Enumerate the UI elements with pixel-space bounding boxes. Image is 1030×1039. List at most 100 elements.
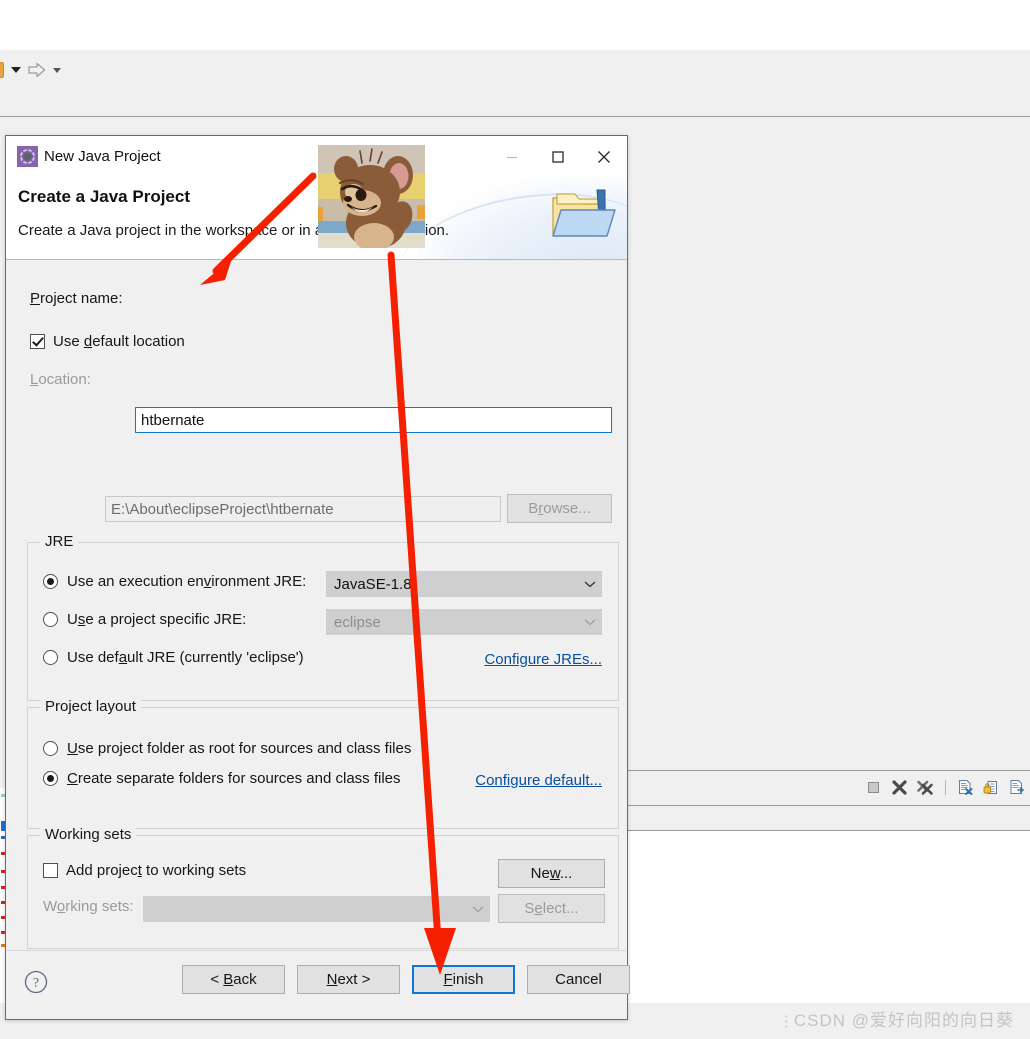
mnemonic: N <box>326 971 338 988</box>
add-project-to-working-sets-checkbox[interactable] <box>43 863 58 878</box>
next-button[interactable]: Next > <box>297 965 400 994</box>
layout-create-separate-radio[interactable] <box>43 771 58 786</box>
chevron-down-icon[interactable] <box>579 580 601 588</box>
jre-project-specific-radio[interactable] <box>43 612 58 627</box>
dialog-body: Project name: Use default location Locat… <box>6 260 627 951</box>
next-button-label: Next > <box>326 971 371 988</box>
toolbar-divider <box>945 780 946 795</box>
finish-button-label: Finish <box>443 971 484 988</box>
cancel-button[interactable]: Cancel <box>527 965 630 994</box>
mnemonic: C <box>67 770 78 787</box>
maximize-button[interactable] <box>535 136 581 178</box>
mnemonic: v <box>203 573 212 590</box>
screenshot-root: ⋮CSDN @爱好向阳的向日葵 New Java Project Create … <box>0 0 1030 1039</box>
cancel-button-label: Cancel <box>555 971 602 988</box>
jre-execution-env-label: Use an execution environment JRE: <box>67 573 307 590</box>
jre-project-specific-row[interactable]: Use a project specific JRE: <box>43 611 246 628</box>
project-name-row: Project name: <box>30 290 123 307</box>
back-button[interactable]: < Back <box>182 965 285 994</box>
java-project-wizard-icon <box>17 146 38 167</box>
java-project-folder-icon <box>549 184 621 248</box>
close-button[interactable] <box>581 136 627 178</box>
mnemonic: t <box>137 862 142 879</box>
working-sets-combo[interactable] <box>143 896 490 922</box>
jre-default-row[interactable]: Use default JRE (currently 'eclipse') <box>43 649 304 666</box>
new-working-set-button[interactable]: New... <box>498 859 605 888</box>
mnemonic: L <box>30 371 39 388</box>
layout-use-project-folder-radio[interactable] <box>43 741 58 756</box>
layout-create-separate-row[interactable]: Create separate folders for sources and … <box>43 770 401 787</box>
working-sets-label: Working sets: <box>43 898 134 915</box>
jre-default-label: Use default JRE (currently 'eclipse') <box>67 649 304 666</box>
mnemonic: e <box>534 900 543 917</box>
dialog-footer: ? < Back Next > Finish Cancel <box>6 951 630 1019</box>
watermark-text: CSDN @爱好向阳的向日葵 <box>793 1011 1014 1030</box>
pin-console-icon[interactable] <box>1009 779 1026 796</box>
project-layout-group-title: Project layout <box>40 698 141 715</box>
configure-default-link[interactable]: Configure default... <box>475 772 602 789</box>
mnemonic: w <box>549 865 560 882</box>
csdn-watermark: ⋮CSDN @爱好向阳的向日葵 <box>779 1006 1014 1031</box>
jre-execution-env-radio[interactable] <box>43 574 58 589</box>
location-row: Location: <box>30 371 91 388</box>
select-working-set-button[interactable]: Select... <box>498 894 605 923</box>
jre-default-radio[interactable] <box>43 650 58 665</box>
chevron-down-icon[interactable] <box>467 905 489 913</box>
location-input[interactable] <box>105 496 501 522</box>
svg-text:?: ? <box>33 976 39 991</box>
add-project-to-working-sets-row[interactable]: Add project to working sets <box>43 862 246 879</box>
mnemonic: P <box>30 290 41 307</box>
location-label: Location: <box>30 371 91 388</box>
configure-jres-link[interactable]: Configure JREs... <box>484 651 602 668</box>
minimize-button[interactable] <box>489 136 535 178</box>
layout-use-project-folder-row[interactable]: Use project folder as root for sources a… <box>43 740 411 757</box>
jre-execution-env-combo[interactable]: JavaSE-1.8 <box>326 571 602 597</box>
project-name-input[interactable] <box>135 407 612 433</box>
layout-create-separate-label: Create separate folders for sources and … <box>67 770 401 787</box>
caret-down-icon[interactable] <box>11 67 21 73</box>
mnemonic: s <box>77 611 86 628</box>
forward-arrow-icon[interactable] <box>28 62 46 78</box>
remove-launch-icon[interactable] <box>891 779 908 796</box>
remove-all-terminated-icon[interactable] <box>917 779 934 796</box>
forward-history-caret-icon[interactable] <box>53 67 61 73</box>
back-button-label: < Back <box>210 971 257 988</box>
window-buttons <box>489 136 627 178</box>
mnemonic: U <box>67 740 78 757</box>
workbench-tab-strip <box>0 90 1030 117</box>
workbench-blank-top <box>0 0 1030 50</box>
mnemonic: B <box>223 971 234 988</box>
mnemonic: r <box>538 500 544 517</box>
dialog-titlebar[interactable]: New Java Project <box>6 136 627 178</box>
scroll-lock-icon[interactable] <box>983 779 1000 796</box>
dialog-header: New Java Project Create a Java Project C… <box>6 136 627 260</box>
jre-project-specific-combo[interactable]: eclipse <box>326 609 602 635</box>
partial-toolbar-icon[interactable] <box>0 62 4 78</box>
jre-group-title: JRE <box>40 533 79 550</box>
project-name-label: Project name: <box>30 290 123 307</box>
use-default-location-checkbox[interactable] <box>30 334 45 349</box>
watermark-dots: ⋮ <box>778 1013 794 1030</box>
help-question-icon[interactable]: ? <box>24 970 48 994</box>
console-toolbar <box>865 779 1026 796</box>
mnemonic: a <box>118 649 128 666</box>
jre-project-specific-value: eclipse <box>334 613 381 631</box>
use-default-location-label: Use default location <box>53 333 185 350</box>
select-working-set-label: Select... <box>524 900 579 917</box>
dialog-title: New Java Project <box>44 148 161 165</box>
browse-button-label: Browse... <box>528 500 591 517</box>
new-working-set-label: New... <box>530 865 573 882</box>
jre-execution-env-row[interactable]: Use an execution environment JRE: <box>43 573 306 590</box>
working-sets-row: Working sets: <box>43 898 134 915</box>
workbench-toolbar <box>0 50 1030 91</box>
mnemonic: o <box>56 898 66 915</box>
terminate-icon[interactable] <box>865 779 882 796</box>
finish-button[interactable]: Finish <box>412 965 515 994</box>
jerry-mouse-image <box>318 145 425 248</box>
use-default-location-row[interactable]: Use default location <box>30 333 185 350</box>
clear-console-icon[interactable] <box>957 779 974 796</box>
chevron-down-icon[interactable] <box>579 618 601 626</box>
wizard-buttons: < Back Next > Finish Cancel <box>182 965 630 994</box>
layout-use-project-folder-label: Use project folder as root for sources a… <box>67 740 412 757</box>
browse-button[interactable]: Browse... <box>507 494 612 523</box>
